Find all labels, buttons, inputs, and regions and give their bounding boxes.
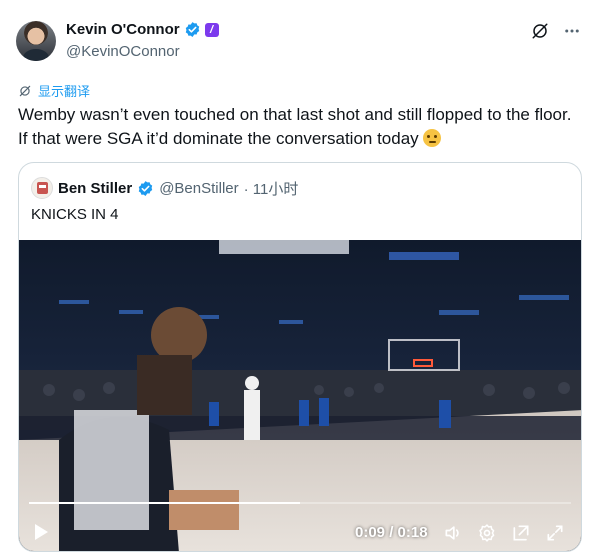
video-time: 0:09 / 0:18	[355, 524, 428, 541]
translate-icon	[19, 85, 31, 96]
author-name-row: Kevin O'Connor /	[66, 21, 219, 38]
author-display-name[interactable]: Kevin O'Connor	[66, 21, 180, 38]
pop-out-icon[interactable]	[511, 523, 531, 543]
video-progress-fill	[29, 502, 300, 504]
tweet-text: Wemby wasn’t even touched on that last s…	[18, 103, 578, 151]
tweet-actions	[531, 22, 581, 40]
verified-badge-icon	[185, 22, 199, 37]
video-frame	[19, 240, 581, 551]
more-options-icon[interactable]	[563, 22, 581, 40]
verified-badge-icon	[138, 180, 153, 196]
thinking-face-emoji	[422, 129, 441, 147]
video-controls	[443, 523, 565, 543]
play-icon[interactable]	[33, 523, 49, 541]
author-handle[interactable]: @KevinOConnor	[66, 43, 180, 60]
quoted-tweet-time[interactable]: · 11小时	[244, 178, 299, 199]
video-progress-bar[interactable]	[29, 502, 571, 504]
quoted-tweet-text: KNICKS IN 4	[31, 206, 119, 223]
grok-icon[interactable]	[531, 22, 549, 40]
quoted-author-avatar[interactable]	[31, 177, 53, 199]
video-player[interactable]: 0:09 / 0:18	[19, 240, 581, 551]
quoted-author-name[interactable]: Ben Stiller	[58, 180, 132, 197]
quoted-tweet[interactable]: Ben Stiller @BenStiller · 11小时 KNICKS IN…	[18, 162, 582, 552]
affiliate-badge-icon: /	[204, 22, 219, 37]
show-translation-label: 显示翻译	[38, 84, 91, 99]
quoted-tweet-header: Ben Stiller @BenStiller · 11小时	[31, 177, 298, 199]
fullscreen-icon[interactable]	[545, 523, 565, 543]
settings-icon[interactable]	[477, 523, 497, 543]
volume-icon[interactable]	[443, 523, 463, 543]
tweet-body: Wemby wasn’t even touched on that last s…	[18, 105, 572, 148]
show-translation-link[interactable]: 显示翻译	[18, 81, 90, 100]
quoted-author-handle[interactable]: @BenStiller	[159, 180, 238, 197]
author-avatar[interactable]	[16, 21, 56, 61]
